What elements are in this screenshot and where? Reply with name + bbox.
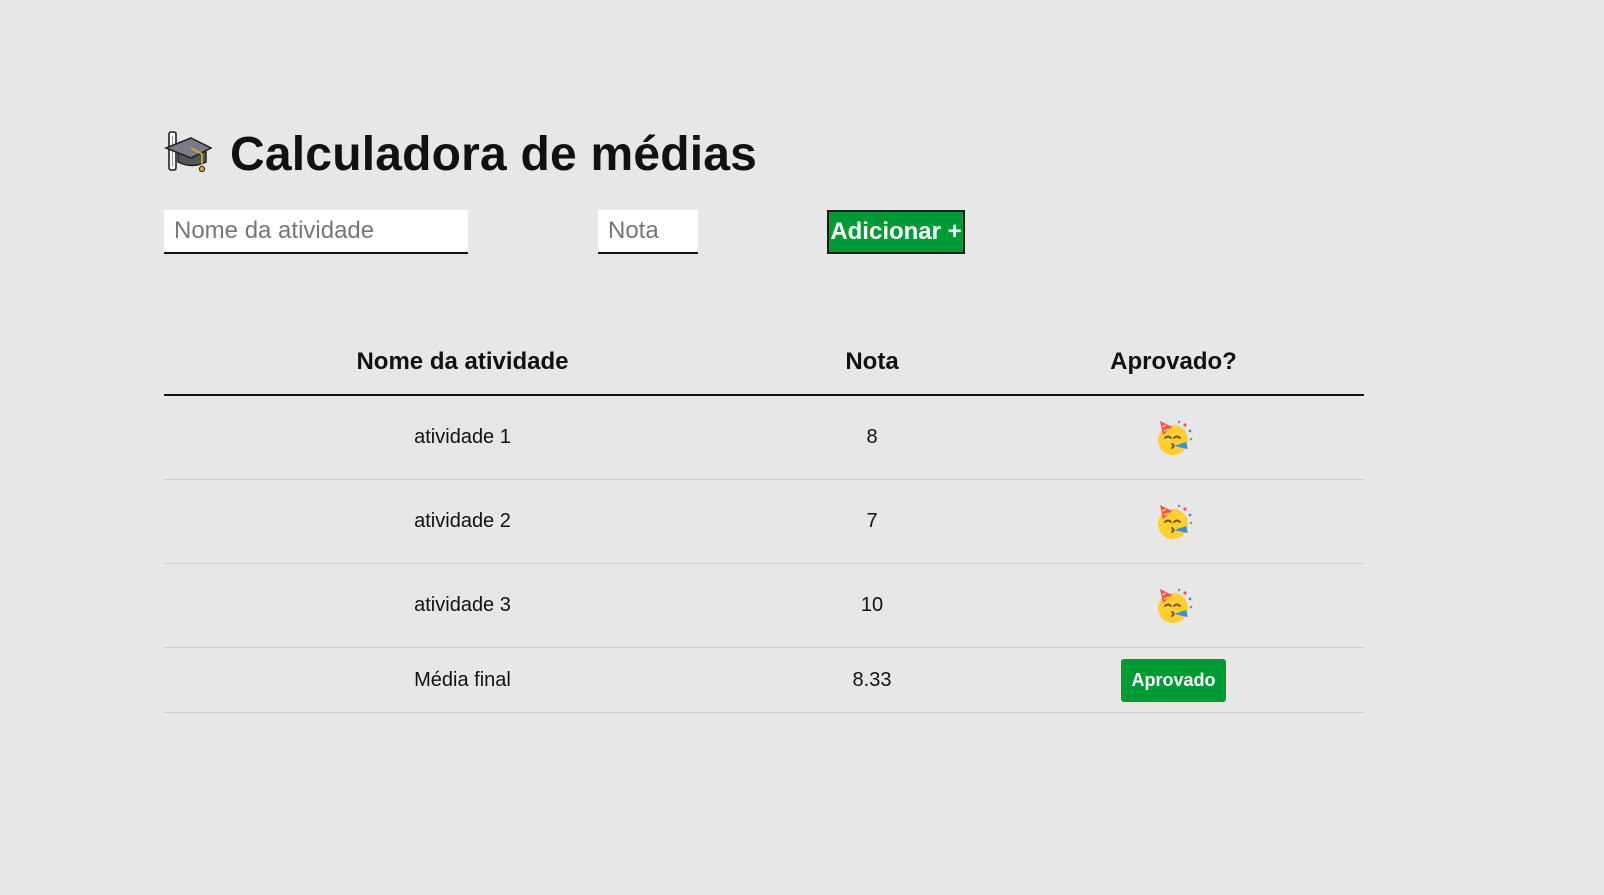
grade-cell: 8 [761, 395, 983, 480]
table-row: atividade 3 10 [164, 563, 1364, 648]
grade-cell: 7 [761, 479, 983, 564]
approved-cell [983, 563, 1364, 648]
page-title: Calculadora de médias [230, 127, 758, 181]
final-average-value: 8.33 [761, 647, 983, 713]
column-header-grade: Nota [761, 330, 983, 396]
activity-name-cell: atividade 1 [164, 395, 761, 480]
add-button[interactable]: Adicionar + [827, 210, 965, 254]
grades-table: Nome da atividade Nota Aprovado? ativida… [164, 330, 1364, 713]
grade-cell: 10 [761, 563, 983, 648]
party-face-icon [1154, 586, 1194, 626]
final-average-row: Média final 8.33 Aprovado [164, 647, 1364, 713]
column-header-approved: Aprovado? [983, 330, 1364, 396]
approved-cell [983, 479, 1364, 564]
activity-name-input[interactable] [164, 210, 468, 254]
party-face-icon [1154, 502, 1194, 542]
activity-name-cell: atividade 3 [164, 563, 761, 648]
party-face-icon [1154, 418, 1194, 458]
final-average-label: Média final [164, 647, 761, 713]
final-status-cell: Aprovado [983, 647, 1364, 713]
table-header-row: Nome da atividade Nota Aprovado? [164, 330, 1364, 396]
status-badge: Aprovado [1121, 658, 1226, 702]
add-activity-form: Adicionar + [164, 210, 1364, 254]
table-row: atividade 1 8 [164, 395, 1364, 480]
header: Calculadora de médias [163, 122, 758, 186]
activity-name-cell: atividade 2 [164, 479, 761, 564]
graduation-cap-icon [163, 130, 213, 178]
column-header-activity: Nome da atividade [164, 330, 761, 396]
grade-input[interactable] [598, 210, 698, 254]
approved-cell [983, 395, 1364, 480]
table-row: atividade 2 7 [164, 479, 1364, 564]
